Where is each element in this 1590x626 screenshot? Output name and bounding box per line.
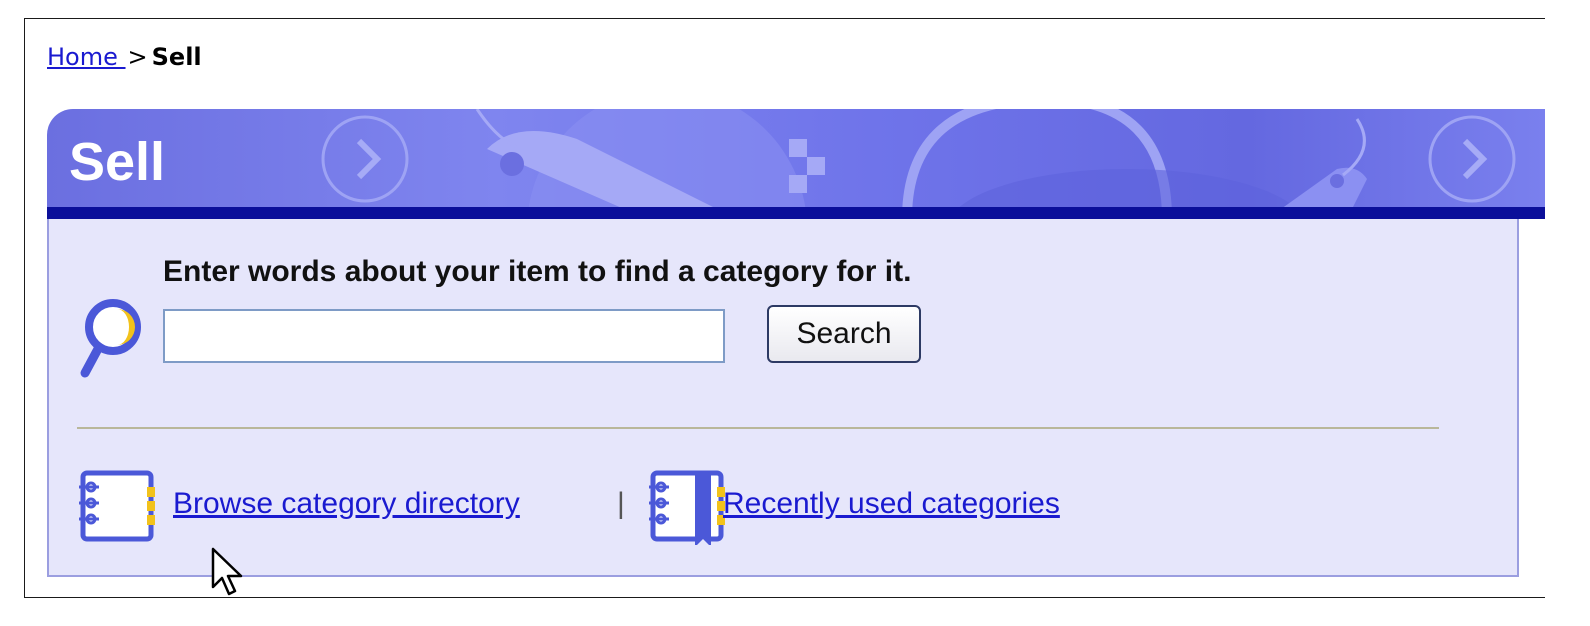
breadcrumb: Home > Sell bbox=[47, 43, 202, 71]
search-input[interactable] bbox=[163, 309, 725, 363]
banner-decoration bbox=[321, 109, 1516, 209]
bookmarked-notebook-icon bbox=[649, 470, 725, 545]
sell-panel: Enter words about your item to find a ca… bbox=[47, 219, 1519, 577]
category-links-row: Browse category directory | Recently use… bbox=[77, 465, 1277, 545]
pixel-block bbox=[789, 139, 807, 157]
sell-banner: Sell bbox=[47, 109, 1545, 209]
arrow-circle-right bbox=[1428, 115, 1516, 203]
arrow-chevron-left bbox=[356, 138, 382, 180]
price-tag-hole bbox=[500, 152, 524, 176]
breadcrumb-home-link[interactable]: Home bbox=[47, 43, 126, 71]
breadcrumb-current: Sell bbox=[151, 43, 202, 71]
arrow-chevron-right bbox=[1462, 138, 1488, 180]
mouse-pointer-icon bbox=[211, 547, 243, 596]
browse-category-directory-link[interactable]: Browse category directory bbox=[173, 487, 520, 521]
recently-used-categories-link[interactable]: Recently used categories bbox=[723, 487, 1060, 521]
arrow-circle-left bbox=[321, 115, 409, 203]
banner-underline-bar bbox=[47, 207, 1545, 219]
panel-divider bbox=[77, 427, 1439, 429]
magnifier-icon bbox=[80, 299, 141, 378]
breadcrumb-separator: > bbox=[127, 43, 148, 71]
notebook-icon bbox=[79, 470, 155, 542]
search-prompt: Enter words about your item to find a ca… bbox=[163, 255, 912, 288]
banner-title: Sell bbox=[69, 132, 166, 192]
links-separator: | bbox=[617, 487, 625, 520]
page-frame: Home > Sell Sell Enter words about your i… bbox=[24, 18, 1545, 598]
search-button[interactable]: Search bbox=[767, 305, 921, 363]
